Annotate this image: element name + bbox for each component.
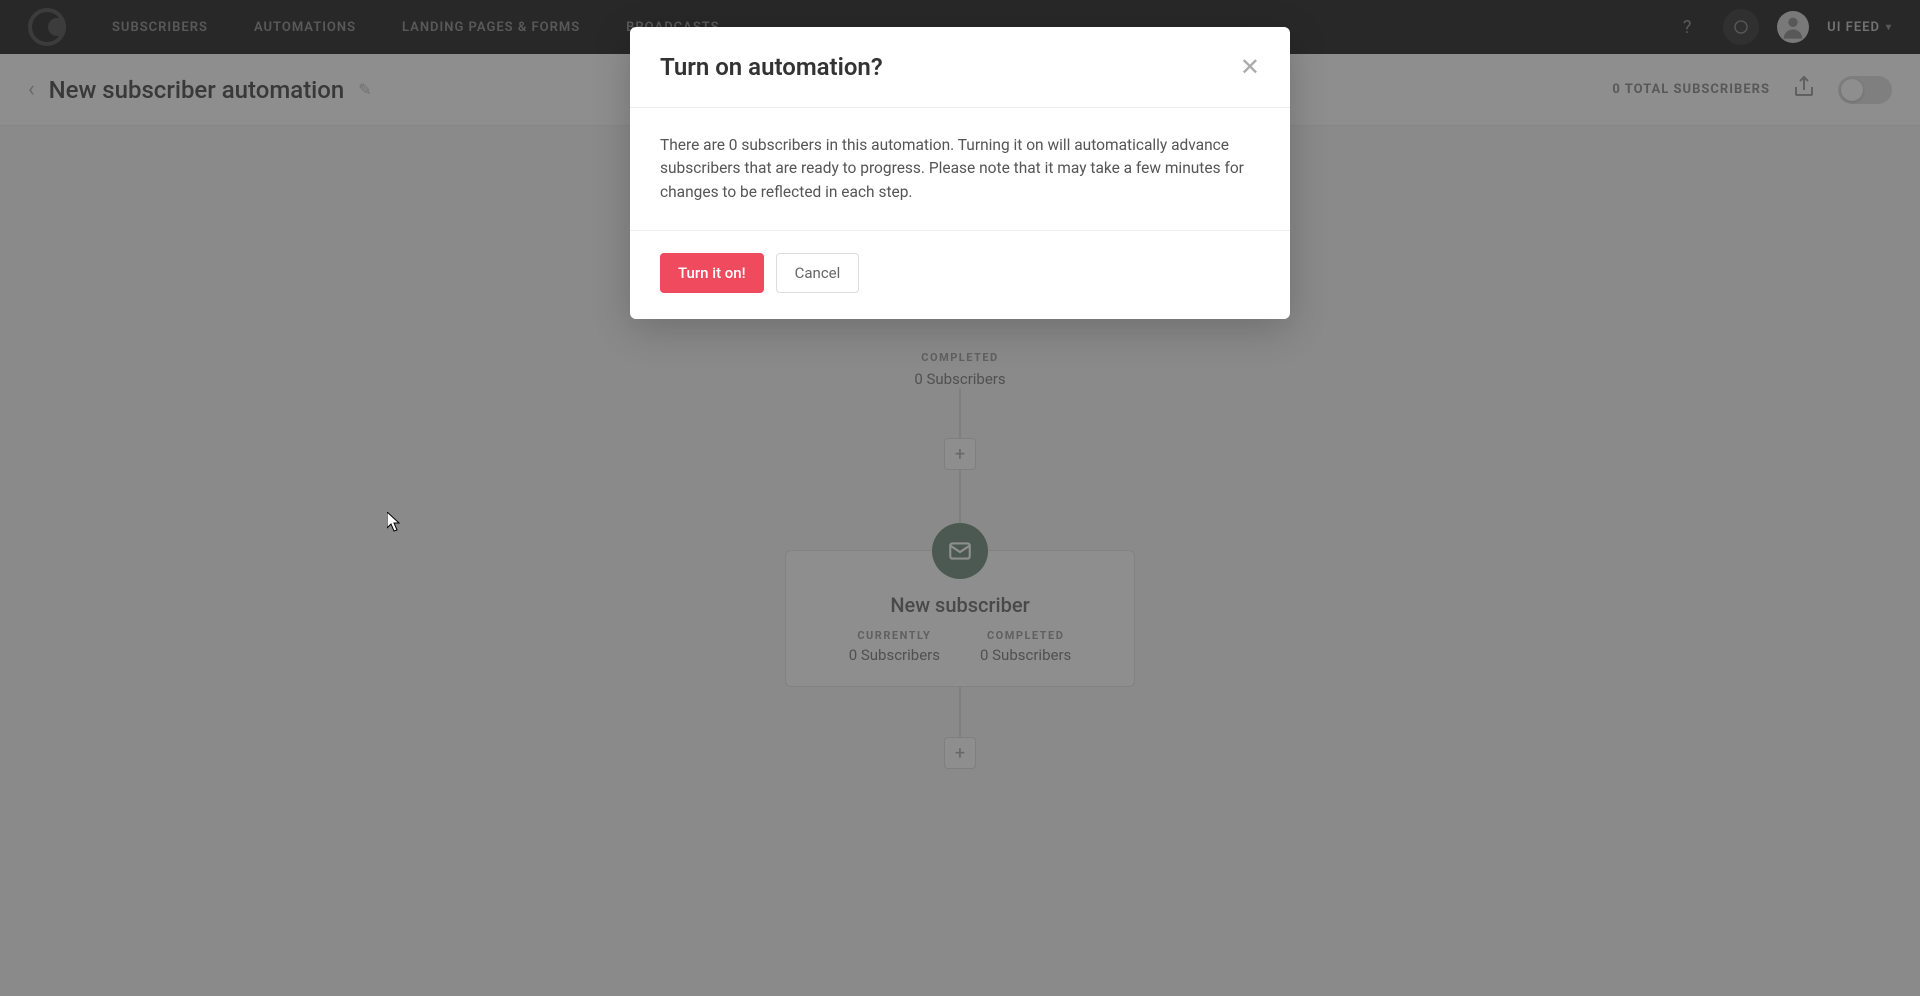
turn-it-on-button[interactable]: Turn it on! (660, 253, 764, 293)
modal-body-text: There are 0 subscribers in this automati… (630, 108, 1290, 231)
cancel-button[interactable]: Cancel (776, 253, 860, 293)
turn-on-automation-modal: Turn on automation? ✕ There are 0 subscr… (630, 27, 1290, 319)
modal-title: Turn on automation? (660, 53, 883, 81)
close-icon[interactable]: ✕ (1240, 55, 1260, 79)
